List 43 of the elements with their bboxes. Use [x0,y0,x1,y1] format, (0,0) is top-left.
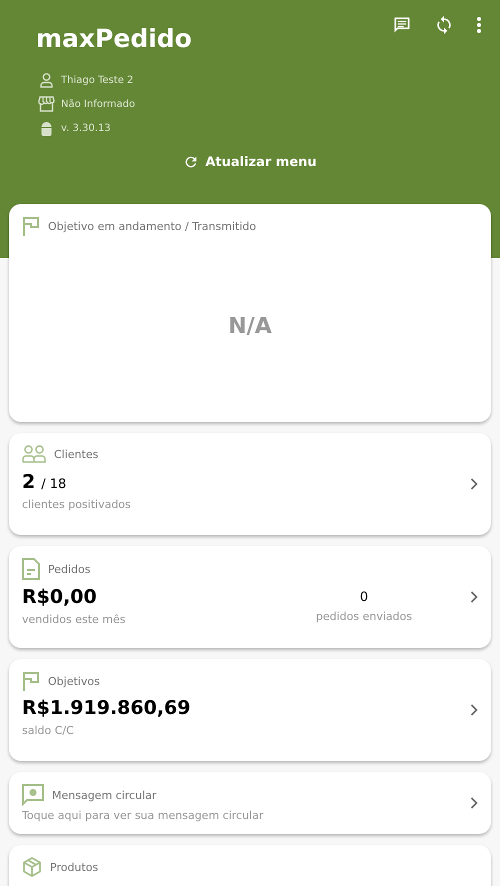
card-caption: vendidos este mês [22,613,127,626]
document-icon [22,558,40,580]
balance-amount: R$1.919.860,69 [22,697,190,719]
chevron-right-icon [470,591,478,603]
more-icon[interactable] [476,16,482,34]
chevron-right-icon [470,797,478,809]
card-caption: saldo C/C [22,724,75,737]
orders-sent-count: 0 [360,590,368,605]
refresh-menu-button[interactable]: Atualizar menu [183,152,317,172]
dashboard-card[interactable]: Mensagem circular Toque aqui para ver sua mensagem circular [9,772,491,834]
total-clients-count: / 18 [41,477,66,492]
card-caption: Toque aqui para ver sua mensagem circular [22,809,264,822]
chevron-right-icon [470,704,478,716]
dashboard-card[interactable]: Pedidos R$0,00 vendidos este mês 0 pedidos enviados [9,546,491,648]
person-icon [38,72,55,88]
message-icon[interactable] [392,15,412,35]
refresh-icon [183,154,200,170]
dashboard-card[interactable]: Clientes 2 / 18 clientes positivados [9,433,491,535]
sales-amount: R$0,00 [22,586,97,608]
card-title: Objetivos [48,674,100,688]
positive-clients-count: 2 [22,471,36,493]
store-name: Não Informado [61,98,136,110]
card-caption: clientes positivados [22,498,132,511]
message-gear-icon [22,784,44,806]
card-title: Clientes [54,448,98,460]
user-name: Thiago Teste 2 [61,74,134,86]
card-title: Produtos [50,860,98,874]
card-title: Mensagem circular [52,788,156,802]
card-title: Pedidos [48,562,90,576]
box-icon [22,857,42,877]
dashboard-card[interactable]: Objetivo em andamento / Transmitido N/A [9,204,491,422]
card-caption: pedidos enviados [314,610,414,623]
store-icon [38,96,55,112]
app-version: v. 3.30.13 [61,122,111,134]
card-title: Objetivo em andamento / Transmitido [48,220,256,232]
flag-icon [22,671,40,691]
flag-icon [22,216,40,236]
dashboard-card[interactable]: Produtos [9,845,491,886]
objective-value: N/A [227,314,273,339]
app-title: maxPedido [36,24,192,54]
chevron-right-icon [470,478,478,490]
people-icon [22,445,46,463]
dashboard-card[interactable]: Objetivos R$1.919.860,69 saldo C/C [9,659,491,761]
